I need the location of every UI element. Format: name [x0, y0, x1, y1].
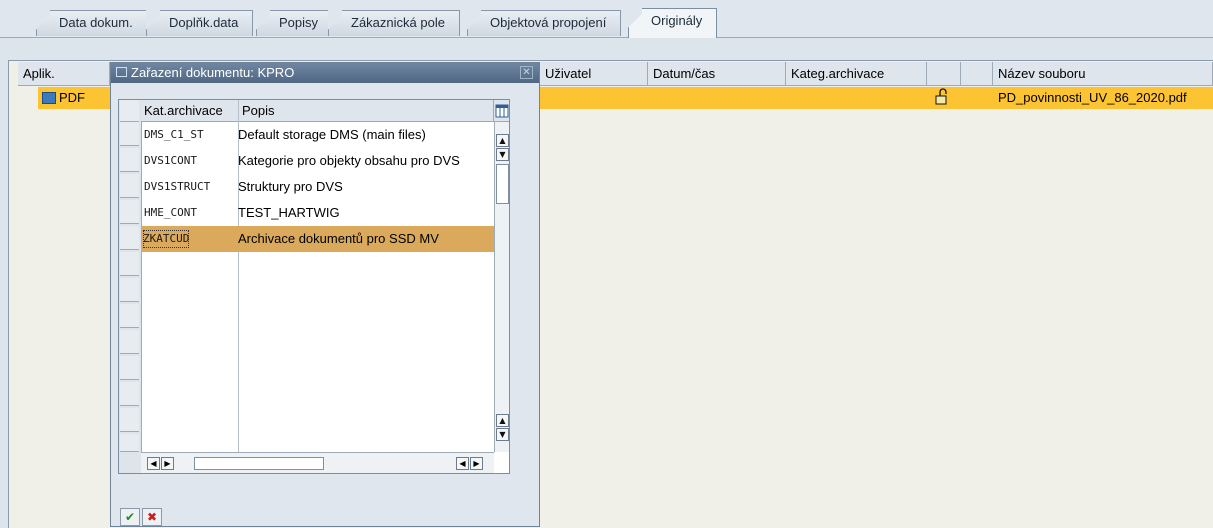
tab-data-dokum[interactable]: Data dokum. [36, 10, 148, 36]
col-header-nazev-souboru[interactable]: Název souboru [993, 62, 1213, 86]
row-code: ZKATCUD [143, 230, 190, 248]
row-selector[interactable] [120, 408, 139, 432]
confirm-button[interactable]: ✔ [120, 508, 140, 526]
row-selector[interactable] [120, 252, 139, 276]
table-row[interactable]: HME_CONT TEST_HARTWIG [141, 200, 494, 226]
row-code: HME_CONT [144, 206, 197, 219]
vertical-scrollbar[interactable]: ▲ ▼ ▲ ▼ [494, 122, 509, 452]
scrollbar-thumb[interactable] [496, 164, 509, 204]
row-selector[interactable] [120, 434, 139, 452]
row-desc: Default storage DMS (main files) [238, 127, 426, 142]
archive-category-grid: Kat.archivace Popis DMS_C1_ST Default st… [118, 99, 510, 474]
checkmark-icon: ✔ [124, 510, 136, 524]
tab-popisy[interactable]: Popisy [256, 10, 334, 36]
col-header-empty[interactable] [961, 62, 993, 86]
row-selector[interactable] [120, 226, 139, 250]
col-header-lock[interactable] [927, 62, 961, 86]
row-code: DMS_C1_ST [144, 128, 204, 141]
col-header-kateg-archivace[interactable]: Kateg.archivace [786, 62, 927, 86]
cancel-button[interactable]: ✖ [142, 508, 162, 526]
scroll-up-icon[interactable]: ▲ [496, 134, 509, 147]
scroll-down-icon[interactable]: ▼ [496, 428, 509, 441]
row-selector[interactable] [120, 356, 139, 380]
row-selector[interactable] [120, 304, 139, 328]
row-desc: TEST_HARTWIG [238, 205, 340, 220]
col-header-aplik[interactable]: Aplik. [18, 62, 110, 86]
row-selector[interactable] [120, 122, 139, 146]
row-code: DVS1CONT [144, 154, 197, 167]
col-header-kat-archivace[interactable]: Kat.archivace [141, 100, 239, 122]
col-header-uzivatel[interactable]: Uživatel [540, 62, 648, 86]
tab-originaly[interactable]: Originály [628, 8, 718, 38]
table-row-selected[interactable]: ZKATCUD Archivace dokumentů pro SSD MV [141, 226, 494, 252]
scrollbar-thumb[interactable] [194, 457, 324, 470]
row-code: DVS1STRUCT [144, 180, 211, 193]
dialog-title-bar[interactable]: Zařazení dokumentu: KPRO ✕ [111, 63, 539, 83]
tab-zakaznicka-pole[interactable]: Zákaznická pole [328, 10, 460, 36]
col-header-datum-cas[interactable]: Datum/čas [648, 62, 786, 86]
aplik-value: PDF [59, 90, 85, 105]
select-all-cell[interactable] [120, 100, 139, 122]
lock-open-icon [933, 88, 951, 110]
tab-doplnk-data[interactable]: Doplňk.data [146, 10, 254, 36]
aplik-cell[interactable]: PDF [42, 87, 85, 109]
row-selector[interactable] [120, 382, 139, 406]
table-row[interactable]: DVS1STRUCT Struktury pro DVS [141, 174, 494, 200]
scroll-up-icon[interactable]: ▲ [496, 414, 509, 427]
scroll-left-icon[interactable]: ◀ [456, 457, 469, 470]
pdf-document-icon [42, 92, 56, 104]
column-settings-icon[interactable] [494, 100, 509, 122]
tab-objektova-propojeni[interactable]: Objektová propojení [467, 10, 622, 36]
scroll-left-icon[interactable]: ◀ [147, 457, 160, 470]
table-row[interactable]: DMS_C1_ST Default storage DMS (main file… [141, 122, 494, 148]
row-desc: Struktury pro DVS [238, 179, 343, 194]
row-selector[interactable] [120, 330, 139, 354]
row-desc: Archivace dokumentů pro SSD MV [238, 231, 439, 246]
scroll-right-icon[interactable]: ▶ [161, 457, 174, 470]
scroll-right-icon[interactable]: ▶ [470, 457, 483, 470]
tab-strip: Data dokum. Doplňk.data Popisy Zákaznick… [0, 0, 1213, 38]
row-selector-column [119, 100, 142, 473]
row-desc: Kategorie pro objekty obsahu pro DVS [238, 153, 460, 168]
cancel-x-icon: ✖ [146, 510, 158, 524]
dialog-title: Zařazení dokumentu: KPRO [131, 65, 295, 80]
col-header-popis[interactable]: Popis [239, 100, 494, 122]
table-row[interactable]: DVS1CONT Kategorie pro objekty obsahu pr… [141, 148, 494, 174]
horizontal-scrollbar[interactable]: ◀ ▶ ◀ ▶ [141, 452, 494, 473]
dialog-window-icon [116, 67, 127, 77]
filename-cell[interactable]: PD_povinnosti_UV_86_2020.pdf [998, 87, 1187, 109]
row-selector[interactable] [120, 148, 139, 172]
row-selector[interactable] [120, 200, 139, 224]
close-icon[interactable]: ✕ [520, 66, 533, 79]
row-selector[interactable] [120, 278, 139, 302]
row-selector[interactable] [120, 174, 139, 198]
scroll-down-icon[interactable]: ▼ [496, 148, 509, 161]
